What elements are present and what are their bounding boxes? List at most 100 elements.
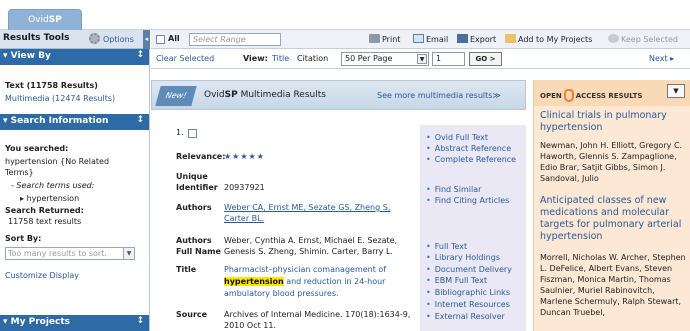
sort-arrows-icon[interactable]: ↕	[136, 316, 144, 326]
options-button[interactable]: Options	[89, 33, 134, 44]
search-query: hypertension {No Related	[5, 157, 110, 166]
email-button[interactable]: Email	[413, 34, 448, 44]
oa-result-authors: Newman, John H. Elliott, Gregory C. Hawo…	[540, 141, 683, 183]
ovidsp-tab[interactable]: OvidSP	[8, 9, 82, 31]
text-results-item[interactable]: Text (11758 Results)	[5, 81, 98, 90]
terms-used-label: - Search terms used:	[11, 181, 95, 190]
top-bar: OvidSP	[0, 0, 690, 31]
folder-icon	[505, 34, 516, 43]
sort-arrows-icon[interactable]: ↕	[136, 50, 144, 60]
relevance-label: Relevance:	[176, 152, 226, 161]
customize-display-link[interactable]: Customize Display	[5, 271, 79, 280]
chevron-down-icon: ▼	[417, 54, 427, 64]
gear-icon	[89, 33, 100, 44]
oa-result-authors: Morrell, Nicholas W. Archer, Stephen L. …	[540, 253, 686, 317]
link-complete-reference[interactable]: Complete Reference	[426, 155, 516, 164]
clear-selected-link[interactable]: Clear Selected	[156, 54, 214, 63]
article-title-cont-2[interactable]: ambulatory blood pressures.	[224, 289, 339, 298]
multimedia-results-title: OvidSP Multimedia Results	[204, 90, 326, 100]
link-bibliographic-links[interactable]: Bibliographic Links	[426, 288, 510, 297]
full-name-label-1: Authors	[176, 236, 212, 245]
link-library-holdings[interactable]: Library Holdings	[426, 253, 500, 262]
sidebar: Results Tools Options ◂ ▾ View By ↕ Text…	[0, 30, 150, 331]
add-to-projects-button[interactable]: Add to My Projects	[505, 34, 592, 44]
link-find-citing-articles[interactable]: Find Citing Articles	[426, 196, 510, 205]
authors-links-cont[interactable]: Carter BL.	[224, 214, 264, 223]
view-by-header[interactable]: ▾ View By ↕	[0, 49, 149, 65]
view-citation-link[interactable]: Citation	[297, 54, 328, 63]
search-query-cont: Terms}	[5, 168, 34, 177]
article-title-cont[interactable]: hypertension and reduction in 24-hour	[224, 277, 385, 286]
link-external-resolver[interactable]: External Resolver	[426, 312, 505, 321]
article-title[interactable]: Pharmacist–physician comanagement of	[224, 265, 386, 274]
full-name-value: Weber, Cynthia A. Ernst, Michael E. Seza…	[224, 236, 398, 245]
my-projects-header[interactable]: ▾ My Projects ↕	[0, 315, 149, 331]
open-access-panel: OPEN ACCESS RESULTS ▼ Clinical trials in …	[533, 80, 690, 331]
link-internet-resources[interactable]: Internet Resources	[426, 300, 510, 309]
my-projects-title: ▾ My Projects	[3, 317, 71, 327]
chevron-down-icon: ▼	[123, 248, 134, 259]
full-name-value-cont: Genesis S. Zheng, Shimin. Carter, Barry …	[224, 247, 393, 256]
per-page-select[interactable]: 50 Per Page ▼	[341, 52, 429, 66]
keep-icon	[608, 34, 619, 43]
oa-result-title[interactable]: Clinical trials in pulmonary hypertensio…	[540, 110, 688, 134]
source-value: Archives of Internal Medicine. 170(18):1…	[224, 310, 411, 319]
result-checkbox[interactable]	[188, 129, 197, 138]
view-title-link[interactable]: Title	[272, 54, 289, 63]
oa-result-title[interactable]: Anticipated classes of new medications a…	[540, 195, 688, 243]
link-ebm-full-text[interactable]: EBM Full Text	[426, 276, 487, 285]
title-label: Title	[176, 265, 197, 274]
result-number: 1.	[176, 128, 184, 137]
view-label: View:	[243, 54, 268, 63]
open-access-dropdown-button[interactable]: ▼	[667, 84, 685, 98]
authors-links[interactable]: Weber CA, Ernst ME, Sezate GS, Zheng S,	[224, 203, 390, 212]
new-badge: New!	[155, 86, 197, 106]
printer-icon	[369, 34, 380, 43]
you-searched-label: You searched:	[5, 144, 69, 153]
open-access-lock-icon	[563, 89, 574, 102]
link-document-delivery[interactable]: Document Delivery	[426, 265, 512, 274]
next-page-link[interactable]: Next ▸	[649, 54, 674, 63]
search-information-title: ▾ Search Information	[3, 116, 109, 126]
multimedia-results-link[interactable]: Multimedia (12474 Results)	[5, 94, 115, 103]
email-icon	[413, 34, 424, 43]
relevance-stars: ★★★★★	[224, 152, 265, 161]
search-returned-label: Search Returned:	[5, 206, 84, 215]
export-icon	[457, 34, 468, 43]
results-tools-title: Results Tools	[3, 33, 70, 43]
select-range-input[interactable]: Select Range	[189, 33, 281, 46]
search-information-header[interactable]: ▾ Search Information ↕	[0, 114, 149, 130]
collapse-sidebar-button[interactable]: ◂	[143, 30, 150, 49]
results-tools-bar: Results Tools Options ◂	[0, 30, 150, 49]
identifier-label: Identifier	[176, 183, 218, 192]
identifier-value: 20937921	[224, 183, 265, 192]
authors-label: Authors	[176, 203, 212, 212]
go-button[interactable]: GO >	[469, 52, 502, 66]
ovidsp-tab-label: OvidSP	[28, 15, 62, 25]
unique-label: Unique	[176, 172, 208, 181]
see-more-multimedia-link[interactable]: See more multimedia results≫	[377, 91, 501, 100]
view-by-title: ▾ View By	[3, 51, 51, 61]
full-text-links-box: Ovid Full Text Abstract Reference Comple…	[420, 125, 526, 331]
sort-by-label: Sort By:	[5, 234, 42, 243]
full-name-label-2: Full Name	[176, 247, 221, 256]
link-ovid-full-text[interactable]: Ovid Full Text	[426, 133, 488, 142]
all-label: All	[168, 34, 180, 43]
source-label: Source	[176, 310, 208, 319]
print-button[interactable]: Print	[369, 34, 400, 44]
link-find-similar[interactable]: Find Similar	[426, 185, 482, 194]
sort-by-select[interactable]: Too many results to sort. ▼	[5, 247, 135, 260]
page-number-input[interactable]: 1	[432, 52, 465, 66]
open-access-header: OPEN ACCESS RESULTS ▼	[534, 80, 690, 106]
view-toolbar: Clear Selected View: Title Citation 50 P…	[151, 49, 690, 69]
search-returned-value: 11758 text results	[8, 217, 82, 226]
link-full-text[interactable]: Full Text	[426, 242, 467, 251]
search-term: ▸ hypertension	[20, 194, 80, 203]
sort-arrows-icon[interactable]: ↕	[136, 115, 144, 125]
export-button[interactable]: Export	[457, 34, 496, 44]
search-term-highlight: hypertension	[224, 277, 284, 286]
link-abstract-reference[interactable]: Abstract Reference	[426, 144, 511, 153]
keep-selected-button[interactable]: Keep Selected	[608, 34, 678, 44]
source-value-cont: 2010 Oct 11.	[224, 321, 276, 330]
select-all-checkbox[interactable]	[156, 35, 165, 44]
